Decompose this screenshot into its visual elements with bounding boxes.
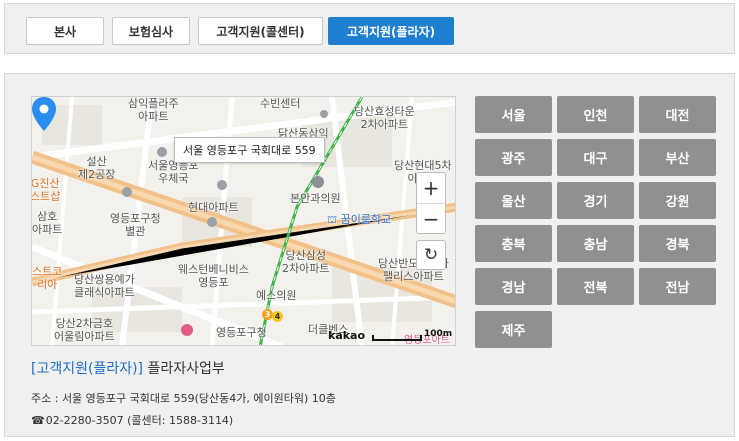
- map-background: [32, 97, 455, 345]
- region-button-gangwon[interactable]: 강원: [639, 182, 716, 219]
- map-label: 당산삼성 2차아파트: [282, 249, 330, 275]
- map-label: 당산2차금호 어울림아파트: [54, 317, 115, 343]
- map-label: 웨스턴베니비스 영등포: [178, 263, 249, 289]
- office-title: [고객지원(플라자)] 플라자사업부: [31, 358, 225, 378]
- region-button-jeju[interactable]: 제주: [475, 311, 552, 348]
- zoom-out-button[interactable]: −: [417, 203, 445, 233]
- office-category: [고객지원(플라자)]: [31, 361, 144, 377]
- tab-bar: 본사 보험심사 고객지원(콜센터) 고객지원(플라자): [4, 3, 735, 54]
- map-label: 삼호 아파트: [32, 210, 63, 236]
- map-label: G진산 스트샵: [31, 177, 61, 203]
- location-pin-icon[interactable]: [32, 97, 56, 131]
- subway-line-4-badge: 4: [272, 311, 283, 322]
- map-address-tooltip: 서울 영등포구 국회대로 559: [174, 137, 325, 163]
- map-label: 영등포구청: [216, 326, 267, 339]
- region-button-gwangju[interactable]: 광주: [475, 139, 552, 176]
- region-button-jeonbuk[interactable]: 전북: [557, 268, 634, 305]
- region-button-incheon[interactable]: 인천: [557, 96, 634, 133]
- region-button-gyeonggi[interactable]: 경기: [557, 182, 634, 219]
- map-label-school: ⛫ 꿈이룸학교: [327, 213, 392, 226]
- office-phone-number: 02-2280-3507 (콜센터: 1588-3114): [45, 414, 234, 427]
- map-scale-bar: [372, 335, 422, 341]
- office-name: 플라자사업부: [147, 361, 225, 377]
- region-button-busan[interactable]: 부산: [639, 139, 716, 176]
- map-label: 설산 제2공장: [78, 155, 116, 181]
- tab-headquarters[interactable]: 본사: [26, 17, 104, 45]
- phone-icon: ☎: [31, 413, 45, 427]
- office-panel: 삼익플라주 아파트 수빈센터 당산효성타운 2차아파트 서울영등포 우체국 닭산동삼익…: [4, 73, 735, 437]
- map-view[interactable]: 삼익플라주 아파트 수빈센터 당산효성타운 2차아파트 서울영등포 우체국 닭산동삼익…: [31, 96, 456, 346]
- reset-view-button[interactable]: ↻: [416, 240, 446, 270]
- map-label: 당산효성타운 2차아파트: [354, 105, 415, 131]
- office-phone: ☎ 02-2280-3507 (콜센터: 1588-3114): [31, 412, 233, 428]
- map-label: 수빈센터: [260, 97, 301, 110]
- tab-customer-support-callcenter[interactable]: 고객지원(콜센터): [198, 17, 323, 45]
- region-button-chungnam[interactable]: 충남: [557, 225, 634, 262]
- region-button-seoul[interactable]: 서울: [475, 96, 552, 133]
- map-label: 삼익플라주 아파트: [128, 97, 179, 123]
- map-label: 본안과의원: [290, 192, 341, 205]
- tab-insurance-review[interactable]: 보험심사: [112, 17, 190, 45]
- map-label: 현대아파트: [188, 201, 239, 214]
- tab-customer-support-plaza[interactable]: 고객지원(플라자): [328, 17, 454, 45]
- region-button-daegu[interactable]: 대구: [557, 139, 634, 176]
- region-button-ulsan[interactable]: 울산: [475, 182, 552, 219]
- map-label: 스트코 리아: [32, 265, 63, 291]
- map-provider-logo: kakao: [328, 329, 366, 342]
- zoom-in-button[interactable]: +: [417, 173, 445, 203]
- map-label: 영등포구청 별관: [110, 212, 161, 238]
- region-button-daejeon[interactable]: 대전: [639, 96, 716, 133]
- region-button-gyeongnam[interactable]: 경남: [475, 268, 552, 305]
- map-label: 당산쌍용예가 클래식아파트: [74, 273, 135, 299]
- region-button-gyeongbuk[interactable]: 경북: [639, 225, 716, 262]
- zoom-control: + −: [416, 172, 446, 234]
- region-button-jeonnam[interactable]: 전남: [639, 268, 716, 305]
- office-address: 주소 : 서울 영등포구 국회대로 559(당산동4가, 에이원타워) 10층: [31, 392, 336, 405]
- region-button-chungbuk[interactable]: 충북: [475, 225, 552, 262]
- map-label: 예스의원: [256, 289, 297, 302]
- map-scale-label: 100m: [424, 329, 453, 339]
